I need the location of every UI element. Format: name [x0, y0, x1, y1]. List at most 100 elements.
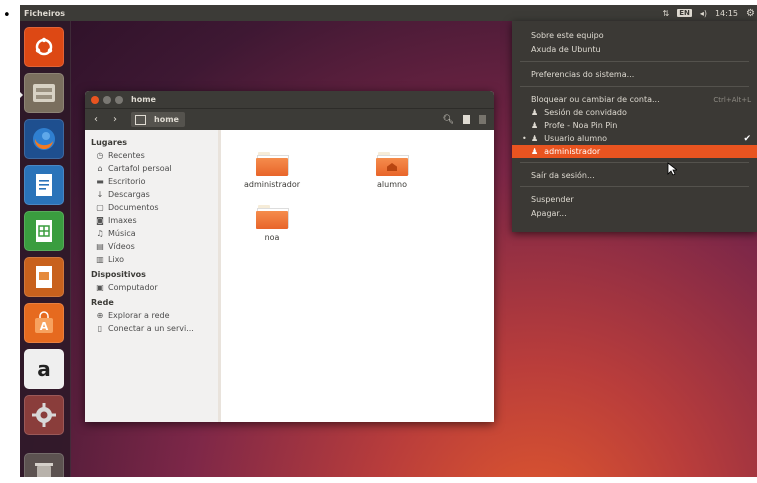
sound-icon[interactable]: ◂) [700, 9, 707, 18]
sidebar-item-downloads[interactable]: ↓ Descargas [85, 188, 218, 201]
sidebar-item-recent[interactable]: ◷ Recentes [85, 149, 218, 162]
menu-item-label: Sobre este equipo [531, 31, 604, 40]
dash-home-button[interactable] [24, 27, 64, 67]
trash-icon [35, 463, 53, 477]
sidebar-item-label: Lixo [108, 255, 125, 264]
trash-launcher-button[interactable] [24, 453, 64, 477]
writer-launcher-button[interactable] [24, 165, 64, 205]
network-icon[interactable]: ⇅ [662, 9, 669, 18]
user-icon: ♟ [531, 108, 539, 117]
firefox-launcher-button[interactable] [24, 119, 64, 159]
menu-separator [520, 162, 749, 163]
list-view-icon[interactable] [463, 115, 470, 124]
menu-item-label: Preferencias do sistema... [531, 70, 635, 79]
folder-icon [256, 205, 289, 229]
impress-launcher-button[interactable] [24, 257, 64, 297]
menu-item-label: Usuario alumno [544, 134, 608, 143]
sidebar-heading-network: Rede [91, 298, 114, 307]
menu-item-user-administrador[interactable]: ♟ administrador [512, 145, 757, 158]
sidebar-item-pictures[interactable]: ◙ Imaxes [85, 214, 218, 227]
maximize-icon[interactable] [115, 95, 123, 104]
menu-item-label: Bloquear ou cambiar de conta... [531, 95, 660, 104]
sidebar-item-browse-network[interactable]: ⊕ Explorar a rede [85, 309, 218, 322]
minimize-icon[interactable] [103, 95, 111, 104]
menu-separator [520, 186, 749, 187]
keyboard-layout-icon[interactable]: EN [677, 9, 692, 17]
grid-view-icon[interactable] [479, 115, 486, 124]
sidebar-item-home[interactable]: ⌂ Cartafol persoal [85, 162, 218, 175]
amazon-launcher-button[interactable]: a [24, 349, 64, 389]
sidebar-item-documents[interactable]: ▢ Documentos [85, 201, 218, 214]
sidebar-item-label: Cartafol persoal [108, 164, 172, 173]
calc-spreadsheet-icon [36, 220, 52, 242]
files-launcher-button[interactable] [24, 73, 64, 113]
desktop-screen: Ficheiros ⇅ EN ◂) 14:15 ⚙ A a home ‹ › h… [20, 5, 757, 477]
software-center-button[interactable]: A [24, 303, 64, 343]
sidebar-item-computer[interactable]: ▣ Computador [85, 281, 218, 294]
sidebar-item-desktop[interactable]: ▬ Escritorio [85, 175, 218, 188]
menu-item-system-preferences[interactable]: Preferencias do sistema... [531, 68, 751, 81]
menu-item-guest-session[interactable]: ♟ Sesión de convidado [531, 106, 751, 119]
search-icon[interactable]: 🔍︎ [443, 115, 454, 125]
sidebar-item-label: Escritorio [108, 177, 146, 186]
top-panel: Ficheiros ⇅ EN ◂) 14:15 ⚙ [20, 5, 757, 21]
active-app-name: Ficheiros [24, 8, 66, 18]
close-icon[interactable] [91, 95, 99, 104]
folder-noa[interactable]: noa [232, 205, 312, 242]
writer-document-icon [36, 174, 52, 196]
svg-text:A: A [40, 320, 49, 333]
trash-icon: ▥ [96, 255, 104, 264]
menu-item-lock[interactable]: Bloquear ou cambiar de conta... Ctrl+Alt+… [531, 93, 751, 106]
window-titlebar[interactable]: home [85, 91, 494, 108]
active-session-dot-icon: • [522, 134, 527, 143]
sidebar-item-label: Computador [108, 283, 158, 292]
camera-icon: ◙ [96, 216, 104, 225]
system-settings-button[interactable] [24, 395, 64, 435]
sidebar-item-videos[interactable]: ▤ Vídeos [85, 240, 218, 253]
folder-administrador[interactable]: administrador [232, 152, 312, 189]
sidebar-item-label: Recentes [108, 151, 145, 160]
launcher: A a [20, 21, 71, 477]
file-manager-toolbar: ‹ › home 🔍︎ [85, 108, 494, 130]
menu-item-user-noa[interactable]: ♟ Profe - Noa Pin Pin [531, 119, 751, 132]
back-arrow-icon[interactable]: ‹ [88, 113, 104, 127]
file-cabinet-icon [33, 84, 55, 102]
ubuntu-logo-icon [35, 37, 53, 56]
network-icon: ⊕ [96, 311, 104, 320]
user-icon: ♟ [531, 121, 539, 130]
sidebar-heading-devices: Dispositivos [91, 270, 146, 279]
download-icon: ↓ [96, 190, 104, 199]
menu-item-about[interactable]: Sobre este equipo [531, 29, 751, 42]
forward-arrow-icon[interactable]: › [107, 113, 123, 127]
folder-label: noa [264, 233, 280, 242]
folder-label: administrador [243, 180, 301, 189]
calc-launcher-button[interactable] [24, 211, 64, 251]
menu-item-suspend[interactable]: Suspender [531, 193, 751, 206]
sidebar-item-label: Documentos [108, 203, 159, 212]
folder-alumno[interactable]: alumno [352, 152, 432, 189]
menu-item-user-alumno[interactable]: • ♟ Usuario alumno ✔ [522, 132, 751, 145]
clock-icon: ◷ [96, 151, 104, 160]
menu-item-logout[interactable]: Saír da sesión... [531, 169, 751, 182]
breadcrumb-home[interactable]: home [131, 112, 185, 127]
menu-item-shutdown[interactable]: Apagar... [531, 207, 751, 220]
sidebar-item-label: Imaxes [108, 216, 137, 225]
menu-separator [520, 86, 749, 87]
sidebar-item-connect-server[interactable]: ▯ Conectar a un servi... [85, 322, 218, 335]
sidebar-item-label: Explorar a rede [108, 311, 170, 320]
sidebar-item-music[interactable]: ♫ Música [85, 227, 218, 240]
menu-item-help[interactable]: Axuda de Ubuntu [531, 43, 751, 56]
impress-presentation-icon [36, 266, 52, 288]
sidebar-item-trash[interactable]: ▥ Lixo [85, 253, 218, 266]
menu-item-label: Sesión de convidado [544, 108, 627, 117]
menu-item-label: Axuda de Ubuntu [531, 45, 601, 54]
session-gear-icon[interactable]: ⚙ [746, 8, 755, 19]
clock[interactable]: 14:15 [715, 9, 738, 18]
sidebar-item-label: Vídeos [108, 242, 135, 251]
home-icon: ⌂ [97, 164, 103, 173]
file-manager-body: Lugares ◷ Recentes ⌂ Cartafol persoal ▬ Esc… [85, 130, 494, 422]
film-icon: ▤ [96, 242, 104, 251]
sidebar-item-label: Conectar a un servi... [108, 324, 194, 333]
shopping-bag-icon: A [35, 311, 53, 333]
system-tray: ⇅ EN ◂) 14:15 ⚙ [662, 5, 755, 21]
